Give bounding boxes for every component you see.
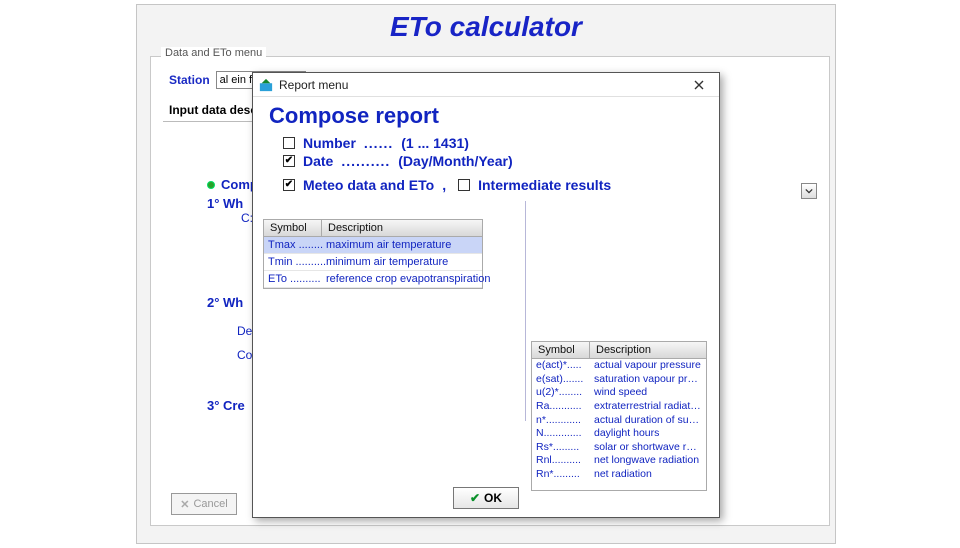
row-symbol: Rs*......... (532, 441, 590, 455)
intermediate-label: Intermediate results (478, 177, 611, 193)
check-icon: ✔ (470, 491, 480, 505)
row-desc: extraterrestrial radiation (590, 400, 706, 414)
date-dots: .......... (341, 153, 390, 169)
number-label: Number (303, 135, 356, 151)
chevron-down-icon (805, 187, 813, 195)
intermediate-table-row[interactable]: u(2)*........wind speed (532, 386, 706, 400)
row-symbol: Ra........... (532, 400, 590, 414)
meteo-label: Meteo data and ETo (303, 177, 434, 193)
row-desc: solar or shortwave radiation (590, 441, 706, 455)
intermediate-table-row[interactable]: Ra...........extraterrestrial radiation (532, 400, 706, 414)
divider-line (525, 201, 526, 421)
station-label: Station (169, 73, 210, 87)
meteo-table: Symbol Description Tmax ........maximum … (263, 219, 483, 289)
app-title: ETo calculator (147, 11, 825, 43)
intermediate-table-row[interactable]: Rnl..........net longwave radiation (532, 454, 706, 468)
row-symbol: Tmax ........ (264, 237, 322, 253)
row-desc: actual vapour pressure (590, 359, 706, 373)
row-desc: net radiation (590, 468, 706, 482)
intermediate-table-row[interactable]: n*............actual duration of sunshin… (532, 414, 706, 428)
t2-head-desc[interactable]: Description (590, 342, 706, 358)
close-button[interactable] (685, 76, 713, 94)
row-desc: maximum air temperature (322, 237, 482, 253)
app-icon (259, 78, 273, 92)
dropdown-button[interactable] (801, 183, 817, 199)
t2-head-symbol[interactable]: Symbol (532, 342, 590, 358)
t1-head-desc[interactable]: Description (322, 220, 482, 236)
opt-date-row: Date .......... (Day/Month/Year) (283, 153, 703, 169)
row-desc: wind speed (590, 386, 706, 400)
t1-head-symbol[interactable]: Symbol (264, 220, 322, 236)
row-symbol: Rn*......... (532, 468, 590, 482)
compose-heading: Compose report (269, 103, 703, 129)
date-label: Date (303, 153, 333, 169)
row-symbol: Rnl.......... (532, 454, 590, 468)
meteo-sep: , (442, 177, 446, 193)
row-symbol: e(sat)....... (532, 373, 590, 387)
close-icon (694, 80, 704, 90)
number-range: (1 ... 1431) (401, 135, 469, 151)
ok-label: OK (484, 491, 502, 505)
meteo-table-row[interactable]: Tmin ..........minimum air temperature (264, 254, 482, 271)
data-eto-tab: Data and ETo menu (161, 47, 266, 59)
dialog-title: Report menu (279, 78, 348, 92)
row-desc: actual duration of sunshine in a day (590, 414, 706, 428)
intermediate-table-row[interactable]: e(sat).......saturation vapour pressure (532, 373, 706, 387)
bullet-icon (207, 181, 215, 189)
row-symbol: ETo .......... (264, 271, 322, 287)
intermediate-checkbox[interactable] (458, 179, 470, 191)
intermediate-table-row[interactable]: Rs*.........solar or shortwave radiation (532, 441, 706, 455)
report-menu-dialog: Report menu Compose report Number ......… (252, 72, 720, 518)
meteo-table-row[interactable]: ETo ..........reference crop evapotransp… (264, 271, 482, 288)
intermediate-table-row[interactable]: Rn*.........net radiation (532, 468, 706, 482)
number-checkbox[interactable] (283, 137, 295, 149)
intermediate-table: Symbol Description e(act)*.....actual va… (531, 341, 707, 491)
cancel-button[interactable]: ✕ Cancel (171, 493, 237, 515)
intermediate-table-row[interactable]: N.............daylight hours (532, 427, 706, 441)
cancel-label: Cancel (193, 498, 227, 510)
row-desc: reference crop evapotranspiration (322, 271, 494, 287)
meteo-table-row[interactable]: Tmax ........maximum air temperature (264, 237, 482, 254)
ok-button[interactable]: ✔ OK (453, 487, 519, 509)
row-symbol: Tmin .......... (264, 254, 322, 270)
date-checkbox[interactable] (283, 155, 295, 167)
titlebar[interactable]: Report menu (253, 73, 719, 97)
row-desc: net longwave radiation (590, 454, 706, 468)
date-format: (Day/Month/Year) (398, 153, 512, 169)
meteo-checkbox[interactable] (283, 179, 295, 191)
number-dots: ...... (364, 135, 393, 151)
row-symbol: N............. (532, 427, 590, 441)
row-symbol: u(2)*........ (532, 386, 590, 400)
row-desc: daylight hours (590, 427, 706, 441)
cancel-x-icon: ✕ (180, 498, 189, 511)
row-desc: minimum air temperature (322, 254, 482, 270)
row-desc: saturation vapour pressure (590, 373, 706, 387)
opt-meteo-row: Meteo data and ETo , Intermediate result… (283, 177, 703, 193)
opt-number-row: Number ...... (1 ... 1431) (283, 135, 703, 151)
row-symbol: n*............ (532, 414, 590, 428)
row-symbol: e(act)*..... (532, 359, 590, 373)
intermediate-table-row[interactable]: e(act)*.....actual vapour pressure (532, 359, 706, 373)
